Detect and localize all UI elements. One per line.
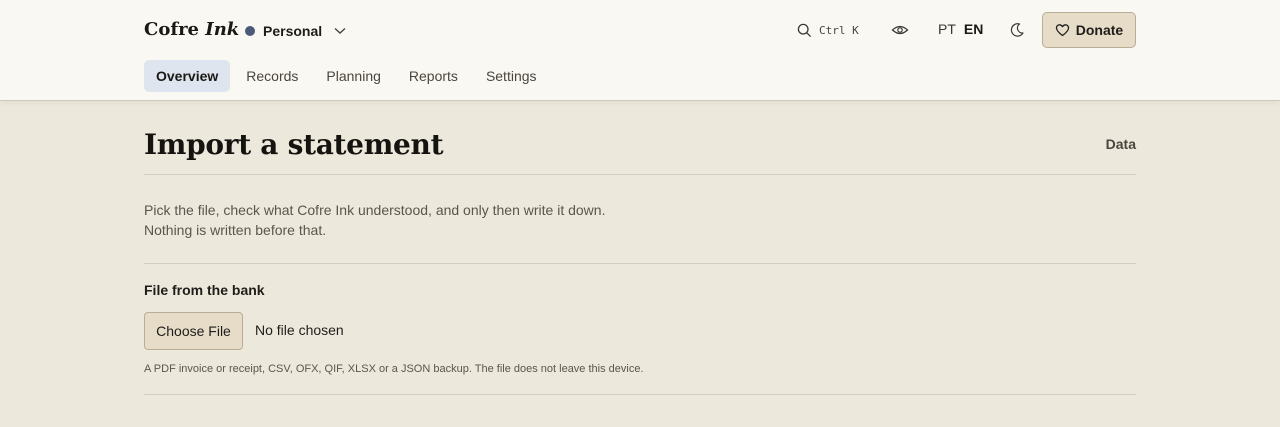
bottom-divider: [144, 394, 1136, 395]
intro-line: Nothing is written before that.: [144, 222, 327, 238]
tab-settings[interactable]: Settings: [474, 60, 549, 92]
tab-overview[interactable]: Overview: [144, 60, 231, 92]
top-bar: Cofre Ink Personal Ctrl K PT EN Donate O…: [0, 0, 1280, 101]
moon-icon[interactable]: [1009, 22, 1025, 38]
search-button[interactable]: Ctrl K: [797, 21, 859, 39]
heart-icon: [1055, 24, 1069, 37]
page-title: Import a statement: [144, 128, 444, 161]
search-icon: [797, 23, 812, 37]
language-switcher: PT EN: [938, 21, 983, 41]
intro-text: Pick the file, check what Cofre Ink unde…: [144, 200, 605, 240]
brand-name: Cofre: [144, 19, 200, 40]
donate-label: Donate: [1075, 22, 1124, 38]
profile-switcher[interactable]: Personal: [245, 21, 346, 41]
file-status: No file chosen: [255, 322, 344, 338]
profile-color-dot: [245, 26, 255, 36]
section-label: Data: [1105, 136, 1136, 152]
intro-line: Pick the file, check what Cofre Ink unde…: [144, 202, 606, 218]
file-field-label: File from the bank: [144, 282, 265, 298]
title-divider: [144, 174, 1136, 175]
brand-accent: Ink: [205, 19, 240, 40]
search-shortcut: Ctrl K: [819, 23, 859, 37]
chevron-down-icon: [334, 27, 346, 34]
eye-icon[interactable]: [891, 22, 909, 38]
tab-records[interactable]: Records: [234, 60, 310, 92]
language-option-pt[interactable]: PT: [938, 21, 956, 41]
section-divider: [144, 263, 1136, 264]
tab-planning[interactable]: Planning: [314, 60, 393, 92]
app-logo[interactable]: Cofre Ink: [144, 19, 239, 40]
donate-button[interactable]: Donate: [1042, 12, 1136, 48]
file-hint: A PDF invoice or receipt, CSV, OFX, QIF,…: [144, 363, 644, 375]
choose-file-button[interactable]: Choose File: [144, 312, 243, 350]
tab-reports[interactable]: Reports: [397, 60, 470, 92]
profile-name: Personal: [263, 23, 323, 39]
main-nav: Overview Records Planning Reports Settin…: [144, 60, 553, 92]
language-option-en[interactable]: EN: [964, 21, 983, 41]
